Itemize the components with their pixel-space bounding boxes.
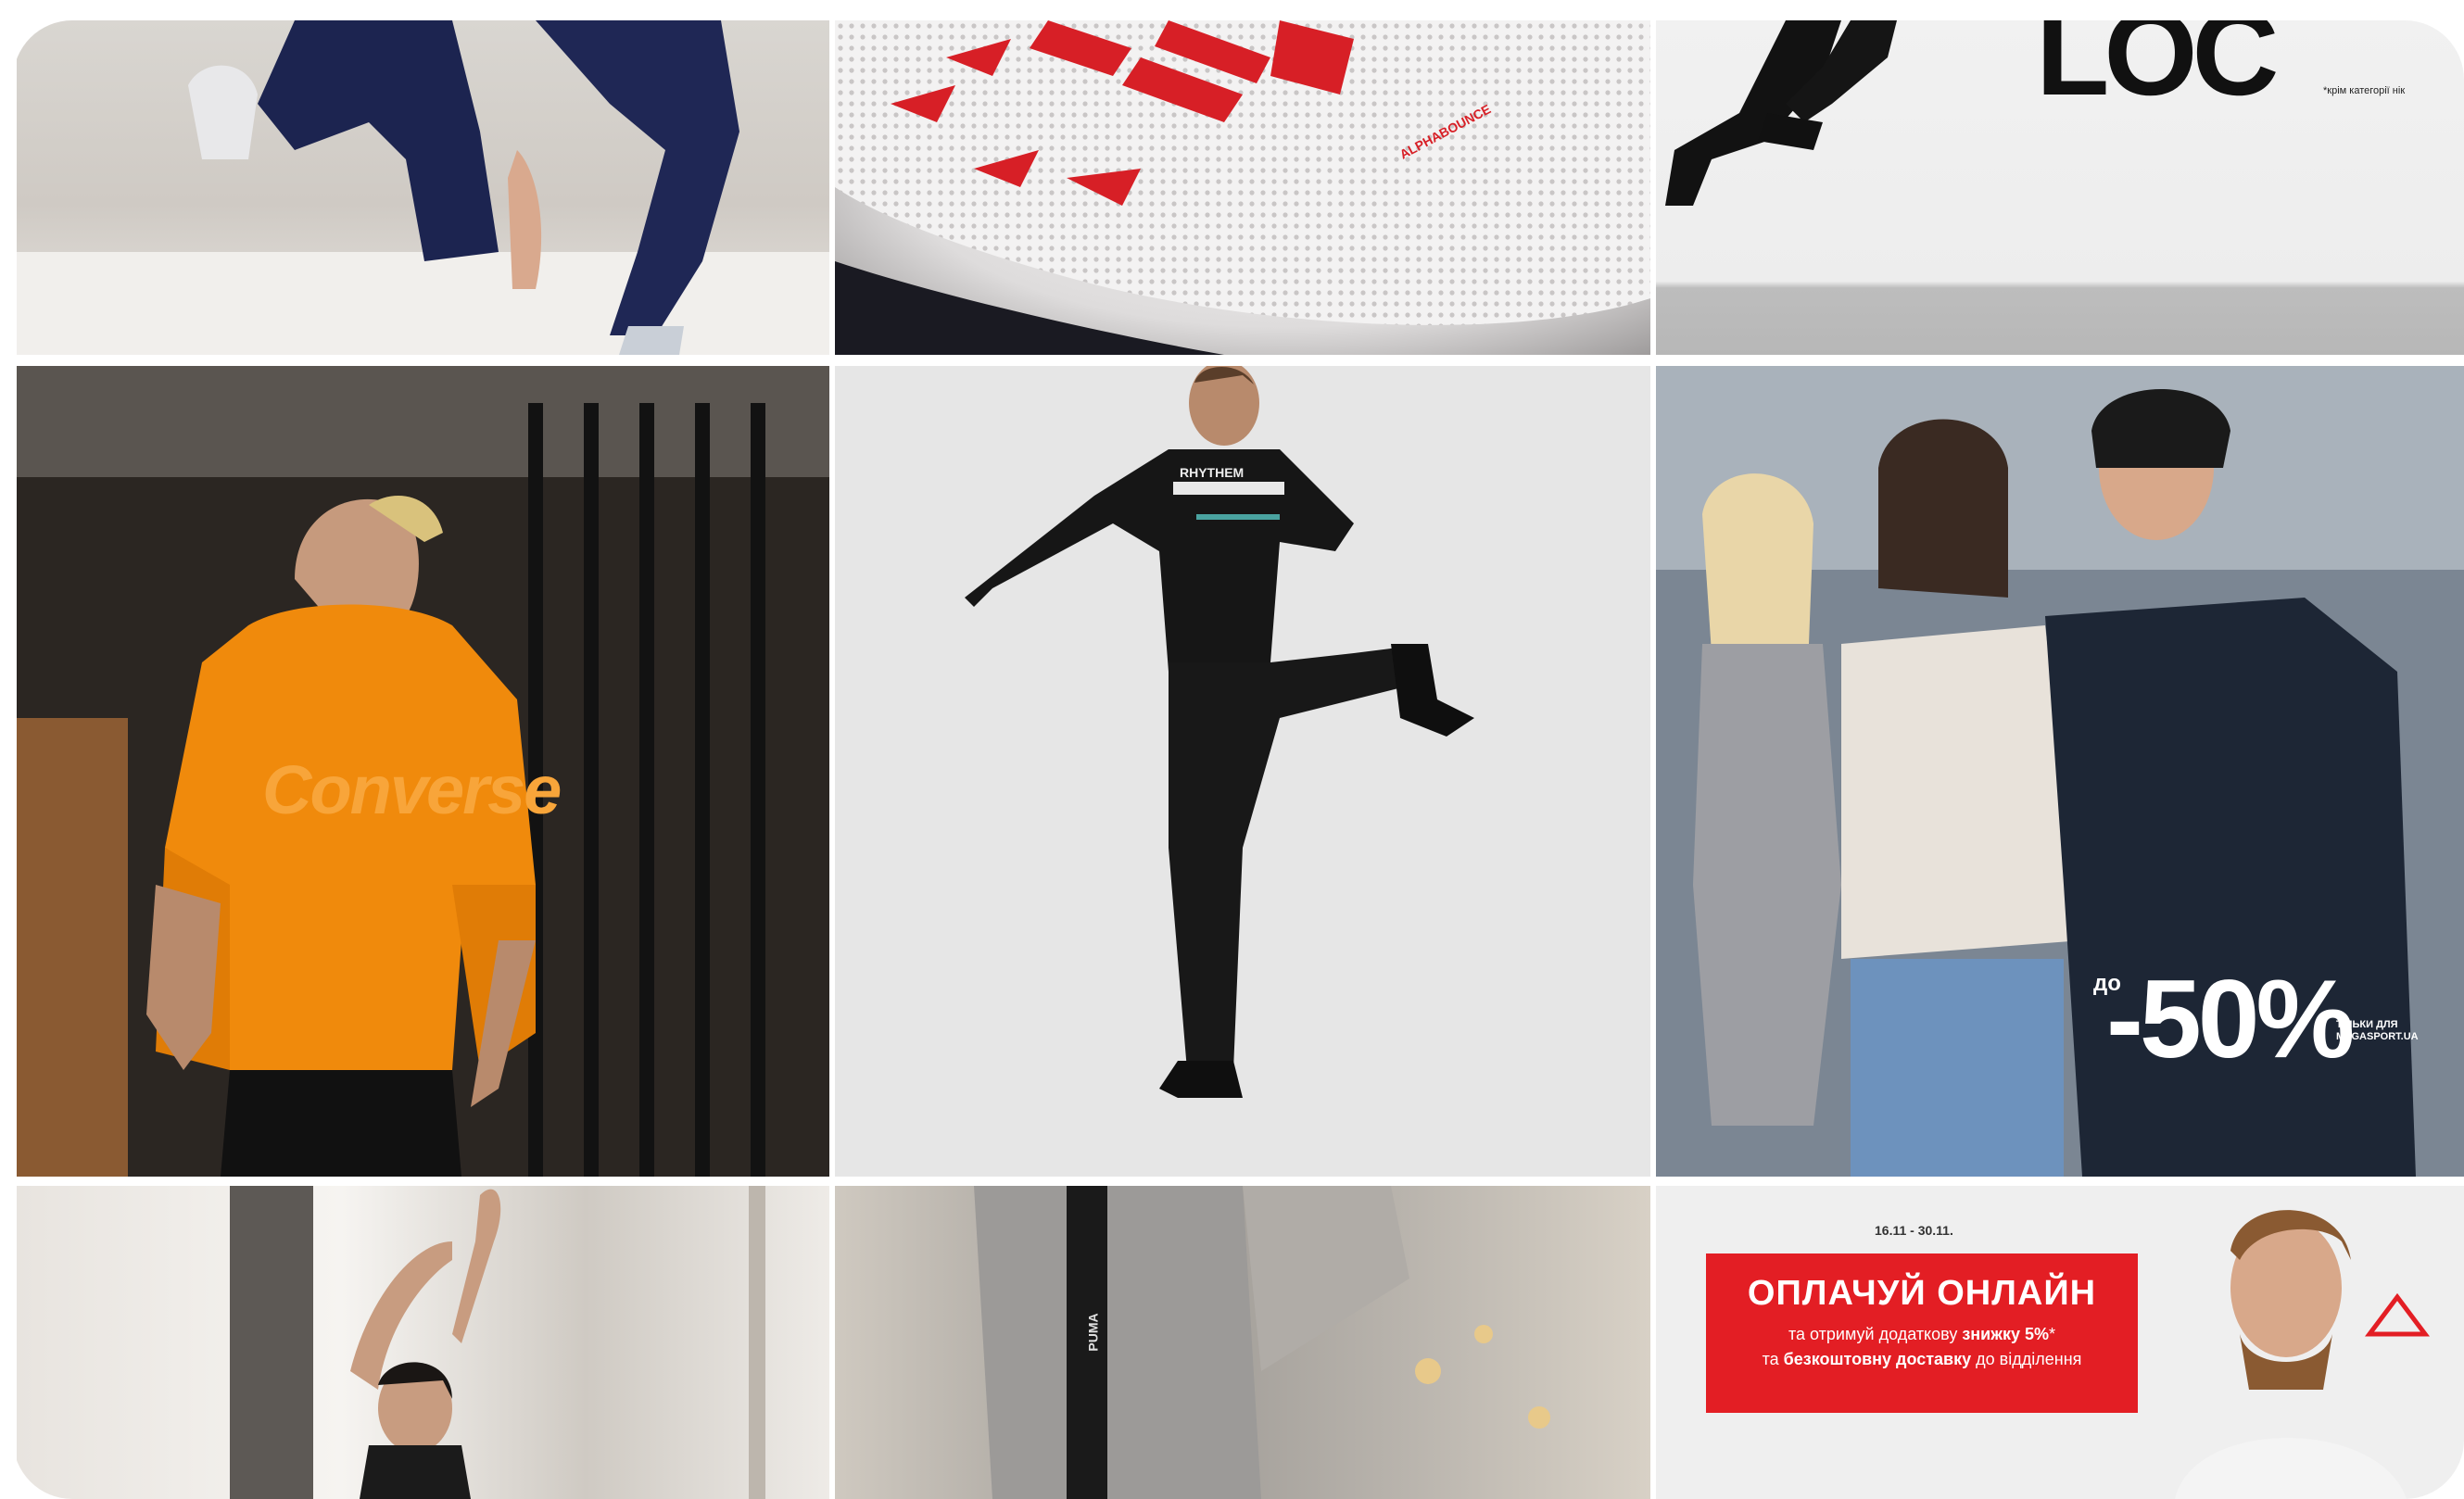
promo-line-1-c: * [2049, 1325, 2056, 1343]
promo-line-2-b: безкоштовну доставку [1783, 1350, 1972, 1368]
tile-converse-hoodie[interactable]: Converse [17, 366, 829, 1177]
tile-runner-banner[interactable]: LOC *крім категорії нік [1656, 20, 2464, 355]
puma-tape-label: PUMA [1085, 1313, 1101, 1352]
tile-athlete-stretch[interactable] [17, 20, 829, 355]
yoga-photo [230, 1186, 765, 1499]
photo-grid: ALPHABOUNCE LOC *крім категорії нік Conv… [13, 20, 2464, 1499]
tile-yoga-woman[interactable] [17, 1186, 829, 1499]
promo-line-2-a: та [1762, 1350, 1784, 1368]
promo-line-2-c: до відділення [1971, 1350, 2082, 1368]
promo-dates: 16.11 - 30.11. [1875, 1223, 1953, 1238]
tile-pay-online-promo[interactable]: 16.11 - 30.11. ОПЛАЧУЙ ОНЛАЙН та отримуй… [1656, 1186, 2464, 1499]
hoodie-brand-label: Converse [262, 751, 562, 828]
promo-line-1: та отримуй додаткову знижку 5%* [1706, 1325, 2138, 1344]
promo-banner: ОПЛАЧУЙ ОНЛАЙН та отримуй додаткову зниж… [1706, 1253, 2138, 1413]
sale-note: ТІЛЬКИ ДЛЯ MEGASPORT.UA [2336, 1019, 2419, 1042]
tile-puma-pants[interactable]: PUMA [835, 1186, 1650, 1499]
promo-title: ОПЛАЧУЙ ОНЛАЙН [1747, 1274, 2097, 1313]
promo-line-1-a: та отримуй додаткову [1788, 1325, 1963, 1343]
banner-logo-text: LOC [2036, 20, 2279, 120]
puma-pants-photo [974, 1186, 1550, 1499]
tile-alphabounce-sneaker[interactable]: ALPHABOUNCE [835, 20, 1650, 355]
promo-model-photo [2175, 1210, 2430, 1499]
shirt-print-text: RHYTHEM [1180, 465, 1245, 480]
athlete-photo [17, 20, 829, 355]
tile-jumping-man[interactable]: RHYTHEM [835, 366, 1650, 1177]
banner-footnote: *крім категорії нік [2323, 85, 2406, 96]
tile-winter-sale[interactable]: до -50% ТІЛЬКИ ДЛЯ MEGASPORT.UA [1656, 366, 2464, 1177]
sneaker-photo [835, 20, 1650, 355]
promo-line-1-b: знижку 5% [1962, 1325, 2050, 1343]
promo-line-2: та безкоштовну доставку до відділення [1706, 1350, 2138, 1369]
sale-value: -50% [2106, 957, 2355, 1081]
jumping-man-photo [965, 366, 1474, 1098]
